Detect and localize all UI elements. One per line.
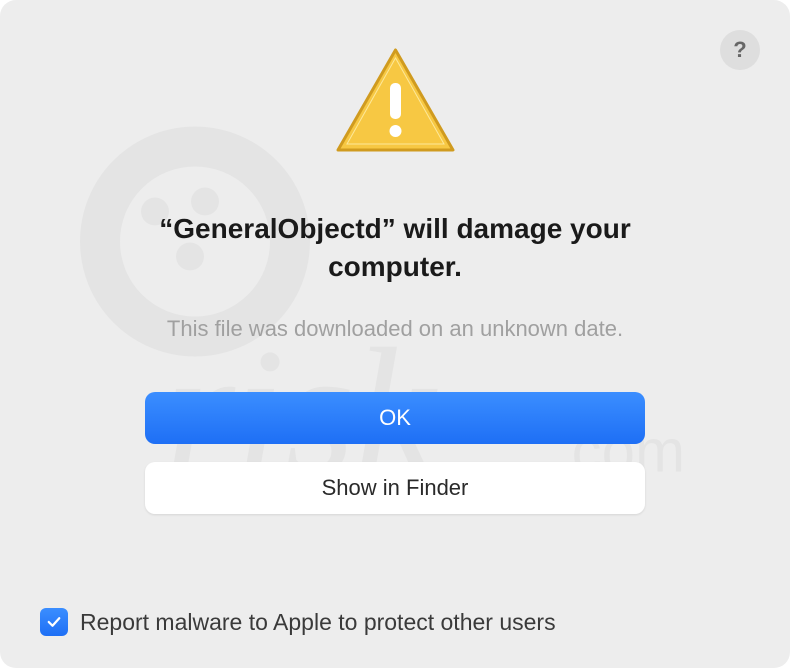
report-malware-row: Report malware to Apple to protect other…: [40, 608, 556, 636]
help-button[interactable]: ?: [720, 30, 760, 70]
button-container: OK Show in Finder: [145, 392, 645, 514]
ok-button[interactable]: OK: [145, 392, 645, 444]
dialog-subtitle: This file was downloaded on an unknown d…: [167, 316, 623, 342]
dialog-title: “GeneralObjectd” will damage your comput…: [95, 210, 695, 286]
checkmark-icon: [45, 613, 63, 631]
warning-icon: [333, 45, 458, 165]
report-malware-checkbox[interactable]: [40, 608, 68, 636]
show-in-finder-button[interactable]: Show in Finder: [145, 462, 645, 514]
alert-dialog: risk .com ? “GeneralObjectd” will damage…: [0, 0, 790, 668]
report-malware-label[interactable]: Report malware to Apple to protect other…: [80, 609, 556, 636]
